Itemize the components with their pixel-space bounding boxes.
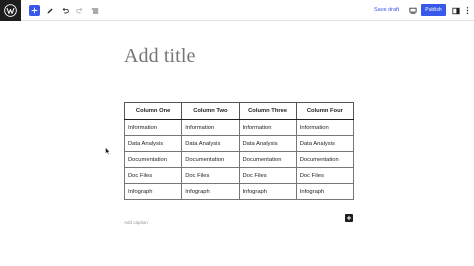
options-button[interactable] [464,3,470,18]
wordpress-logo-icon[interactable] [0,0,21,21]
table-block[interactable]: Column One Column Two Column Three Colum… [123,102,355,200]
table-cell[interactable]: Doc Files [295,167,355,184]
undo-icon [62,7,69,13]
settings-sidebar-icon [452,7,460,14]
table-header-row: Column One Column Two Column Three Colum… [123,102,355,120]
redo-icon [75,7,82,13]
table-cell[interactable]: Information [295,119,355,136]
table-cell[interactable]: Doc Files [123,167,183,184]
table-cell[interactable]: Documentation [123,151,183,168]
plus-icon [31,7,38,14]
post-title-input[interactable]: Add title [124,45,195,68]
table-row: Documentation Documentation Documentatio… [123,151,355,168]
table-header-cell[interactable]: Column Two [181,102,240,120]
pencil-icon [47,7,53,13]
table-cell[interactable]: Data Analysis [123,135,183,152]
block-inserter-icon [346,215,352,221]
redo-button[interactable] [74,3,85,18]
more-options-icon [466,7,468,14]
editor-app: Save draft Publish Add title Column One … [0,0,474,266]
preview-button[interactable] [408,3,418,18]
table-cell[interactable]: Documentation [238,151,297,168]
editor-canvas: Add title Column One Column Two Column T… [0,21,474,266]
list-view-icon [91,8,98,13]
table-cell[interactable]: Data Analysis [181,135,240,152]
table-caption-input[interactable]: Add caption [124,220,148,225]
table-row: Information Information Information Info… [123,119,355,136]
table-cell[interactable]: Information [123,119,183,136]
publish-button[interactable]: Publish [421,4,446,16]
table-cell[interactable]: Doc Files [181,167,240,184]
table-cell[interactable]: Data Analysis [295,135,355,152]
table-cell[interactable]: Data Analysis [238,135,297,152]
table-cell[interactable]: Infograph [295,183,355,200]
top-toolbar: Save draft Publish [0,0,474,21]
table-header-cell[interactable]: Column Four [295,102,355,120]
table-cell[interactable]: Infograph [123,183,183,200]
table-cell[interactable]: Infograph [238,183,297,200]
table-cell[interactable]: Infograph [181,183,240,200]
mouse-pointer-icon [105,147,111,155]
table-cell[interactable]: Documentation [295,151,355,168]
tools-button[interactable] [44,3,55,18]
list-view-button[interactable] [89,3,100,18]
table-row: Infograph Infograph Infograph Infograph [123,183,355,200]
table-row: Data Analysis Data Analysis Data Analysi… [123,135,355,152]
table-row: Doc Files Doc Files Doc Files Doc Files [123,167,355,184]
table-cell[interactable]: Documentation [181,151,240,168]
settings-button[interactable] [451,3,461,18]
add-block-button[interactable] [29,5,40,16]
save-draft-button[interactable]: Save draft [374,5,399,16]
undo-button[interactable] [59,3,70,18]
desktop-preview-icon [409,7,417,14]
table-cell[interactable]: Doc Files [238,167,297,184]
table-header-cell[interactable]: Column One [123,102,183,120]
table-header-cell[interactable]: Column Three [238,102,297,120]
table-cell[interactable]: Information [238,119,297,136]
table-cell[interactable]: Information [181,119,240,136]
block-inserter-button[interactable] [345,214,353,222]
